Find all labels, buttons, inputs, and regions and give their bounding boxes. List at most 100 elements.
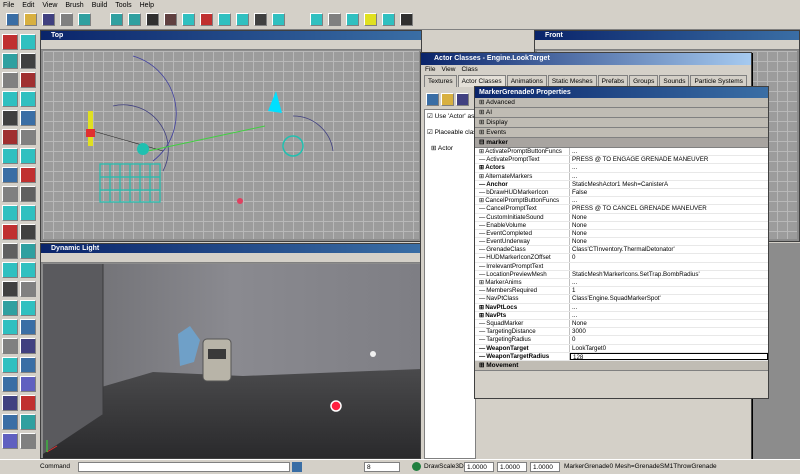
tool-icon[interactable] — [2, 72, 18, 88]
property-row[interactable]: ⊞ActivatePromptButtonFuncs... — [475, 148, 768, 157]
tree-branch-icon[interactable]: ⊞ — [479, 312, 484, 319]
tool-icon[interactable] — [20, 91, 36, 107]
toolbar-tool-icon[interactable] — [236, 13, 249, 26]
property-value[interactable]: None — [570, 230, 768, 237]
snap-select[interactable]: 8 — [364, 462, 400, 472]
tool-icon[interactable] — [20, 224, 36, 240]
tool-icon[interactable] — [2, 53, 18, 69]
property-value[interactable]: Class'CTInventory.ThermalDetonator' — [570, 246, 768, 253]
tool-icon[interactable] — [2, 319, 18, 335]
property-row[interactable]: —bDrawHUDMarkerIcon False — [475, 188, 768, 198]
new-icon[interactable] — [426, 93, 439, 106]
property-value[interactable]: PRESS @ TO CANCEL GRENADE MANEUVER — [570, 205, 768, 212]
toolbar-tool-icon[interactable] — [382, 13, 395, 26]
tool-icon[interactable] — [20, 167, 36, 183]
property-row[interactable]: —GrenadeClass Class'CTInventory.ThermalDe… — [475, 246, 768, 255]
property-value[interactable]: None — [570, 320, 768, 327]
tool-icon[interactable] — [20, 338, 36, 354]
toolbar-tool-icon[interactable] — [24, 13, 37, 26]
toolbar-tool-icon[interactable] — [400, 13, 413, 26]
toolbar-tool-icon[interactable] — [42, 13, 55, 26]
property-value[interactable]: 1 — [570, 287, 768, 294]
toolbar-tool-icon[interactable] — [328, 13, 341, 26]
tool-icon[interactable] — [2, 34, 18, 50]
property-row[interactable]: —HUDMarkerIconZOffset 0 — [475, 254, 768, 263]
property-value[interactable]: ... — [570, 304, 768, 311]
tool-icon[interactable] — [20, 72, 36, 88]
menu-item[interactable]: Build — [92, 2, 108, 9]
tool-icon[interactable] — [20, 414, 36, 430]
toolbar-tool-icon[interactable] — [110, 13, 123, 26]
tree-branch-icon[interactable]: ⊞ — [479, 304, 484, 311]
menu-item[interactable]: File — [3, 2, 14, 9]
menu-item[interactable]: Brush — [65, 2, 83, 9]
viewport-top-grid[interactable] — [43, 51, 419, 239]
tool-icon[interactable] — [20, 395, 36, 411]
tree-branch-icon[interactable]: ⊞ — [479, 173, 484, 180]
tool-icon[interactable] — [2, 186, 18, 202]
tool-icon[interactable] — [2, 376, 18, 392]
actor-menu-item[interactable]: File — [425, 65, 435, 75]
toolbar-tool-icon[interactable] — [346, 13, 359, 26]
tool-icon[interactable] — [20, 281, 36, 297]
toolbar-tool-icon[interactable] — [60, 13, 73, 26]
tool-icon[interactable] — [2, 357, 18, 373]
use-actor-checkbox[interactable]: ☑ Use 'Actor' as — [425, 110, 475, 122]
property-row[interactable]: ⊞CancelPromptButtonFuncs... — [475, 197, 768, 206]
property-row[interactable]: —ActivatePromptText PRESS @ TO ENGAGE GRE… — [475, 156, 768, 165]
property-value[interactable]: StaticMeshActor1 Mesh=CanisterA — [570, 181, 768, 188]
tree-branch-icon[interactable]: ⊞ — [479, 164, 484, 171]
category-marker[interactable]: ⊟ marker — [475, 138, 768, 148]
tool-icon[interactable] — [2, 281, 18, 297]
property-row[interactable]: —WeaponTarget LookTarget0 — [475, 344, 768, 353]
category-ai[interactable]: ⊞ AI — [475, 108, 768, 118]
property-value[interactable]: None — [570, 214, 768, 221]
tool-icon[interactable] — [20, 243, 36, 259]
menu-item[interactable]: View — [42, 2, 57, 9]
property-value[interactable]: ... — [570, 148, 768, 155]
actor-menu-item[interactable]: Class — [461, 65, 477, 75]
tree-branch-icon[interactable]: ⊞ — [479, 197, 484, 204]
property-value[interactable]: 128 — [570, 352, 768, 360]
tool-icon[interactable] — [20, 186, 36, 202]
tool-icon[interactable] — [2, 224, 18, 240]
tool-icon[interactable] — [20, 433, 36, 449]
category-advanced[interactable]: ⊞ Advanced — [475, 98, 768, 108]
property-row[interactable]: —LocationPreviewMesh StaticMesh'MarkerIco… — [475, 270, 768, 279]
tool-icon[interactable] — [20, 262, 36, 278]
property-row[interactable]: —EnableVolume None — [475, 221, 768, 230]
toolbar-tool-icon[interactable] — [254, 13, 267, 26]
property-row[interactable]: —TargetingRadius 0 — [475, 336, 768, 345]
tool-icon[interactable] — [20, 148, 36, 164]
property-value[interactable]: None — [570, 222, 768, 229]
actor-menu-item[interactable]: View — [441, 65, 455, 75]
tool-icon[interactable] — [20, 53, 36, 69]
toolbar-tool-icon[interactable] — [164, 13, 177, 26]
toolbar-tool-icon[interactable] — [218, 13, 231, 26]
property-row[interactable]: —TargetingDistance 3000 — [475, 328, 768, 337]
scale-z-field[interactable]: 1.0000 — [530, 462, 560, 472]
property-value[interactable]: ... — [570, 173, 768, 180]
scale-x-field[interactable]: 1.0000 — [464, 462, 494, 472]
toolbar-tool-icon[interactable] — [200, 13, 213, 26]
toolbar-tool-icon[interactable] — [146, 13, 159, 26]
property-value[interactable] — [570, 263, 768, 270]
toolbar-tool-icon[interactable] — [364, 13, 377, 26]
viewport-dynamic-light[interactable]: Dynamic Light — [40, 243, 422, 459]
tool-icon[interactable] — [20, 300, 36, 316]
property-value[interactable]: None — [570, 238, 768, 245]
property-row[interactable]: —Anchor StaticMeshActor1 Mesh=CanisterA — [475, 180, 768, 189]
open-icon[interactable] — [441, 93, 454, 106]
tool-icon[interactable] — [2, 395, 18, 411]
tool-icon[interactable] — [2, 433, 18, 449]
tool-icon[interactable] — [2, 148, 18, 164]
tool-icon[interactable] — [2, 243, 18, 259]
tool-icon[interactable] — [20, 129, 36, 145]
property-row[interactable]: —WeaponTargetRadius 128 — [475, 352, 768, 361]
property-row[interactable]: —CustomInitiateSound None — [475, 213, 768, 222]
save-icon[interactable] — [456, 93, 469, 106]
property-row[interactable]: —EventCompleted None — [475, 229, 768, 239]
property-value[interactable]: 3000 — [570, 328, 768, 335]
command-input[interactable] — [78, 462, 290, 472]
menu-item[interactable]: Edit — [22, 2, 34, 9]
